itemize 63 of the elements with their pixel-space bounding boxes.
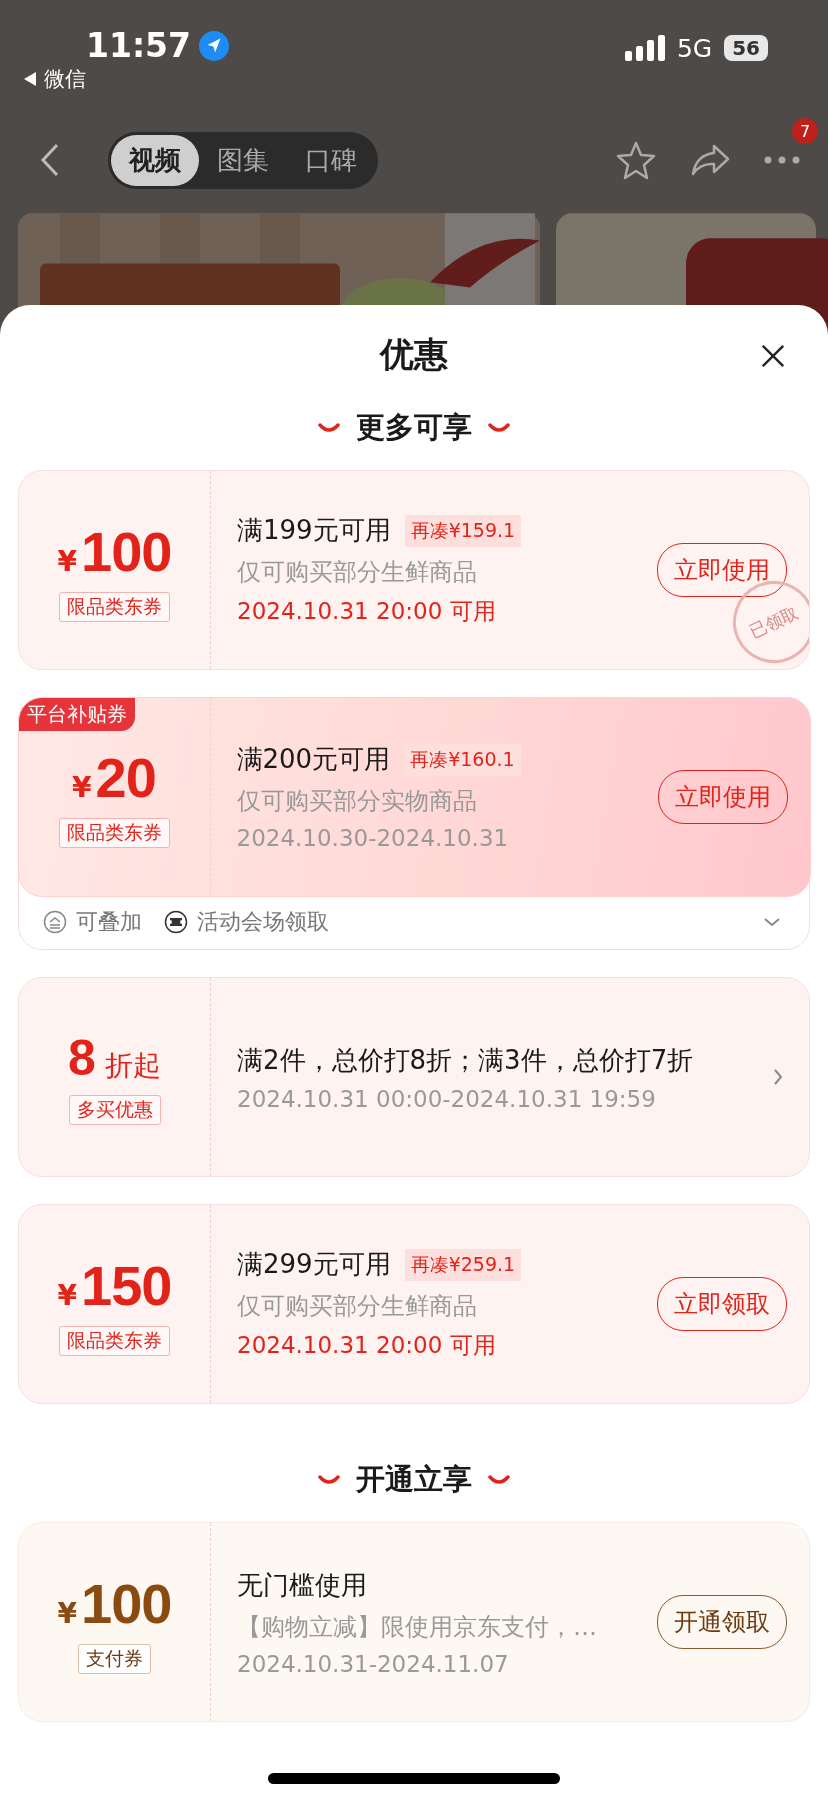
chevron-down-icon[interactable] xyxy=(763,917,781,927)
coupon-condition: 满200元可用 xyxy=(236,743,391,776)
discount-amount: 8 xyxy=(68,1029,95,1087)
coupon-type-tag: 限品类东券 xyxy=(59,591,170,622)
remaining-amount-tag: 再凑¥159.1 xyxy=(404,514,522,547)
status-time: 11:57 xyxy=(86,26,192,65)
coupon-scope: 仅可购买部分实物商品 xyxy=(236,786,478,817)
coupon-feature: 可叠加 xyxy=(76,908,142,936)
stack-icon xyxy=(43,910,67,934)
validity-date: 2024.10.31-2024.11.07 xyxy=(237,1650,510,1677)
close-icon[interactable] xyxy=(760,343,786,369)
chevron-right-icon[interactable] xyxy=(773,1068,783,1086)
network-label: 5G xyxy=(676,33,713,63)
use-button[interactable]: 立即使用 xyxy=(657,543,787,597)
curve-icon xyxy=(318,423,340,433)
more-icon[interactable] xyxy=(764,156,800,164)
coupon-condition: 无门槛使用 xyxy=(237,1568,367,1602)
coupon-type-tag: 限品类东券 xyxy=(59,1325,170,1356)
media-tab[interactable]: 图集 xyxy=(199,134,287,186)
currency-sign: ¥ xyxy=(57,544,77,578)
battery-indicator: 56 xyxy=(724,35,768,61)
validity-date: 2024.10.31 00:00-2024.10.31 19:59 xyxy=(237,1085,657,1112)
discount-unit: 折起 xyxy=(104,1048,161,1084)
coupon-type-tag: 多买优惠 xyxy=(68,1095,161,1125)
coupon-type-tag: 支付券 xyxy=(78,1643,151,1674)
coupon-amount: 150 xyxy=(81,1252,172,1318)
ribbon-label: 平台补贴券 xyxy=(18,697,135,731)
media-tab[interactable]: 视频 xyxy=(111,134,199,186)
sheet-title: 优惠 xyxy=(380,333,448,376)
currency-sign: ¥ xyxy=(72,771,92,804)
curve-icon xyxy=(488,1475,510,1485)
coupon-amount: 20 xyxy=(95,745,156,810)
star-icon[interactable] xyxy=(616,140,656,180)
section-heading: 更多可享 xyxy=(356,409,472,446)
use-button[interactable]: 立即使用 xyxy=(657,769,788,824)
coupon-amount: 100 xyxy=(81,518,172,584)
coupon-amount: 100 xyxy=(81,1570,172,1636)
validity-date: 2024.10.31 20:00 可用 xyxy=(237,1331,497,1360)
currency-sign: ¥ xyxy=(57,1278,77,1312)
coupon-condition: 满199元可用 xyxy=(237,514,391,547)
back-triangle-icon[interactable] xyxy=(24,72,36,86)
section-heading: 开通立享 xyxy=(356,1461,472,1498)
remaining-amount-tag: 再凑¥259.1 xyxy=(404,1248,522,1281)
coupon-scope: 【购物立减】限使用京东支付，… xyxy=(237,1611,598,1643)
ticket-icon xyxy=(164,910,188,934)
curve-icon xyxy=(318,1475,340,1485)
coupon-scope: 仅可购买部分生鲜商品 xyxy=(237,557,478,588)
currency-sign: ¥ xyxy=(57,1596,77,1630)
validity-date: 2024.10.30-2024.10.31 xyxy=(236,825,510,851)
coupon-scope: 仅可购买部分生鲜商品 xyxy=(237,1291,478,1322)
coupon-condition: 满299元可用 xyxy=(237,1248,391,1281)
coupon-condition: 满2件，总价打8折；满3件，总价打7折 xyxy=(237,1043,694,1077)
use-button[interactable]: 开通领取 xyxy=(657,1595,787,1649)
media-tab[interactable]: 口碑 xyxy=(287,134,375,186)
curve-icon xyxy=(488,423,510,433)
back-app-link[interactable]: 微信 xyxy=(44,65,86,93)
validity-date: 2024.10.31 20:00 可用 xyxy=(237,597,497,626)
back-icon[interactable] xyxy=(40,142,60,178)
signal-icon xyxy=(624,35,665,61)
remaining-amount-tag: 再凑¥160.1 xyxy=(404,743,521,776)
use-button[interactable]: 立即领取 xyxy=(657,1277,787,1331)
coupon-type-tag: 限品类东券 xyxy=(58,818,170,848)
coupon-feature: 活动会场领取 xyxy=(197,908,329,936)
